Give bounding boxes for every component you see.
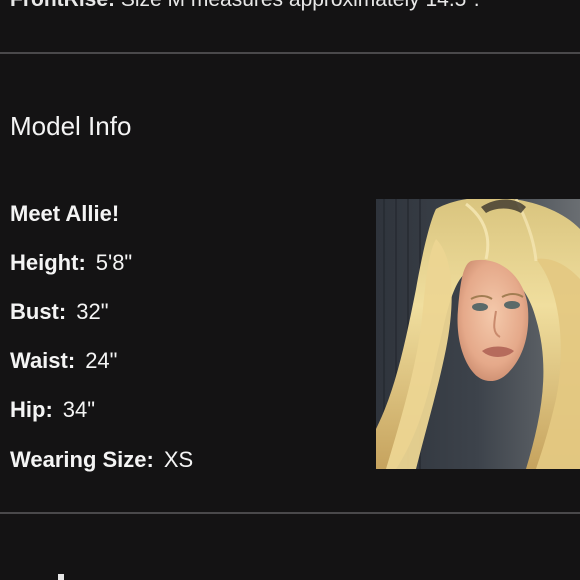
section-divider-top	[0, 52, 580, 54]
front-rise-measurement: FrontRise: Size M measures approximately…	[10, 0, 480, 12]
model-height-value: 5'8"	[95, 250, 133, 275]
model-portrait-image	[376, 199, 580, 469]
model-waist-row: Waist: 24"	[10, 348, 117, 374]
model-intro-text: Meet Allie!	[10, 201, 120, 226]
model-intro: Meet Allie!	[10, 201, 119, 227]
model-size-value: XS	[163, 447, 194, 472]
model-hip-row: Hip: 34"	[10, 397, 95, 423]
next-section-text-fragment	[58, 574, 64, 580]
model-height-row: Height: 5'8"	[10, 250, 132, 276]
model-bust-label: Bust:	[10, 299, 67, 324]
model-bust-value: 32"	[76, 299, 109, 324]
product-details-page: FrontRise: Size M measures approximately…	[0, 0, 580, 580]
model-hip-value: 34"	[62, 397, 96, 422]
model-info-title: Model Info	[10, 111, 132, 141]
front-rise-value: Size M measures approximately 14.5".	[121, 0, 480, 11]
model-photo	[376, 199, 580, 469]
model-hip-label: Hip:	[10, 397, 53, 422]
model-height-label: Height:	[10, 250, 86, 275]
model-bust-row: Bust: 32"	[10, 299, 109, 325]
front-rise-label: FrontRise:	[10, 0, 115, 11]
model-size-row: Wearing Size: XS	[10, 447, 193, 473]
model-waist-value: 24"	[85, 348, 118, 373]
model-size-label: Wearing Size:	[10, 447, 154, 472]
model-waist-label: Waist:	[10, 348, 76, 373]
section-divider-bottom	[0, 512, 580, 514]
